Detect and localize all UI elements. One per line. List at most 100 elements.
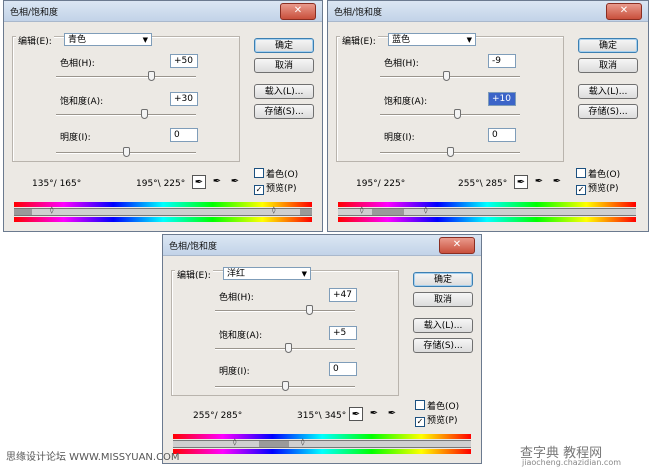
edit-select-value: 洋红 bbox=[227, 269, 246, 279]
colorize-checkbox[interactable]: 着色(O) bbox=[415, 399, 459, 412]
saturation-slider-thumb[interactable] bbox=[284, 343, 292, 353]
preview-checkbox[interactable]: ✓ 预览(P) bbox=[254, 181, 296, 195]
adjust-group bbox=[171, 270, 399, 396]
preview-checkbox[interactable]: ✓ 预览(P) bbox=[576, 181, 618, 195]
ok-button[interactable]: 确定 bbox=[254, 38, 314, 53]
hue-slider-track[interactable] bbox=[56, 76, 196, 78]
lightness-input[interactable]: 0 bbox=[170, 128, 198, 142]
colorize-label: 着色(O) bbox=[266, 170, 299, 180]
hue-slider-thumb[interactable] bbox=[442, 71, 450, 81]
edit-label: 编辑(E): bbox=[16, 34, 54, 47]
edit-select[interactable]: 蓝色 ▼ bbox=[388, 33, 476, 46]
edit-select-value: 青色 bbox=[68, 35, 87, 45]
colorize-box[interactable] bbox=[254, 168, 264, 178]
hue-saturation-dialog: 色相/饱和度 ✕ 编辑(E): 蓝色 ▼ 色相(H): -9 饱和度(A): +1… bbox=[327, 0, 649, 232]
colorize-label: 着色(O) bbox=[427, 402, 460, 412]
preview-box[interactable]: ✓ bbox=[254, 185, 264, 195]
range-handle-right-icon[interactable]: ◊ bbox=[301, 438, 304, 446]
hue-input[interactable]: +50 bbox=[170, 54, 198, 68]
saturation-input[interactable]: +5 bbox=[329, 326, 357, 340]
range-selection-end[interactable] bbox=[300, 209, 312, 215]
lightness-input[interactable]: 0 bbox=[488, 128, 516, 142]
ok-button[interactable]: 确定 bbox=[578, 38, 638, 53]
range-slider[interactable]: ◊ ◊ bbox=[173, 438, 471, 448]
saturation-input[interactable]: +30 bbox=[170, 92, 198, 106]
cancel-button[interactable]: 取消 bbox=[413, 292, 473, 307]
range-slider[interactable]: ◊ ◊ bbox=[14, 206, 312, 216]
saturation-label: 饱和度(A): bbox=[219, 331, 263, 341]
eyedropper-add-icon[interactable]: ✒ bbox=[532, 175, 546, 189]
eyedropper-subtract-icon[interactable]: ✒ bbox=[385, 407, 399, 421]
range-handle-left-icon[interactable]: ◊ bbox=[233, 438, 236, 446]
eyedropper-icon[interactable]: ✒ bbox=[192, 175, 206, 189]
range-slider[interactable]: ◊ ◊ bbox=[338, 206, 636, 216]
eyedropper-subtract-icon[interactable]: ✒ bbox=[228, 175, 242, 189]
save-button[interactable]: 存储(S)... bbox=[578, 104, 638, 119]
range-selection[interactable] bbox=[372, 209, 404, 215]
saturation-label: 饱和度(A): bbox=[60, 97, 104, 107]
cancel-button[interactable]: 取消 bbox=[578, 58, 638, 73]
chevron-down-icon: ▼ bbox=[142, 36, 148, 44]
saturation-slider-track[interactable] bbox=[56, 114, 196, 116]
saturation-slider-thumb[interactable] bbox=[141, 109, 149, 119]
title-bar[interactable]: 色相/饱和度 ✕ bbox=[163, 235, 481, 256]
save-button[interactable]: 存储(S)... bbox=[413, 338, 473, 353]
preview-box[interactable]: ✓ bbox=[415, 417, 425, 427]
output-color-bar bbox=[338, 217, 636, 222]
chevron-down-icon: ▼ bbox=[466, 36, 472, 44]
lightness-slider-thumb[interactable] bbox=[282, 381, 289, 391]
edit-select[interactable]: 洋红 ▼ bbox=[223, 267, 311, 280]
preview-checkbox[interactable]: ✓ 预览(P) bbox=[415, 413, 457, 427]
close-icon[interactable]: ✕ bbox=[280, 3, 316, 20]
edit-select[interactable]: 青色 ▼ bbox=[64, 33, 152, 46]
cancel-button[interactable]: 取消 bbox=[254, 58, 314, 73]
colorize-box[interactable] bbox=[576, 168, 586, 178]
close-icon[interactable]: ✕ bbox=[439, 237, 475, 254]
input-color-bar bbox=[338, 202, 636, 207]
range-selection[interactable] bbox=[259, 441, 289, 447]
load-button[interactable]: 载入(L)... bbox=[578, 84, 638, 99]
hue-slider-thumb[interactable] bbox=[305, 305, 313, 315]
eyedropper-add-icon[interactable]: ✒ bbox=[367, 407, 381, 421]
eyedropper-subtract-icon[interactable]: ✒ bbox=[550, 175, 564, 189]
title-bar[interactable]: 色相/饱和度 ✕ bbox=[328, 1, 648, 22]
dialog-title: 色相/饱和度 bbox=[334, 8, 383, 18]
dialog-body: 编辑(E): 青色 ▼ 色相(H): +50 饱和度(A): +30 明度(I):… bbox=[4, 22, 322, 231]
preview-box[interactable]: ✓ bbox=[576, 185, 586, 195]
lightness-slider-thumb[interactable] bbox=[123, 147, 130, 157]
range-handle-right-icon[interactable]: ◊ bbox=[424, 206, 427, 214]
eyedropper-icon[interactable]: ✒ bbox=[514, 175, 528, 189]
chevron-down-icon: ▼ bbox=[301, 270, 307, 278]
load-button[interactable]: 载入(L)... bbox=[413, 318, 473, 333]
colorize-label: 着色(O) bbox=[588, 170, 621, 180]
hue-label: 色相(H): bbox=[60, 59, 95, 69]
range-handle-left-icon[interactable]: ◊ bbox=[50, 206, 53, 214]
hue-slider-track[interactable] bbox=[215, 310, 355, 312]
range-handle-left-icon[interactable]: ◊ bbox=[360, 206, 363, 214]
hue-input[interactable]: +47 bbox=[329, 288, 357, 302]
colorize-box[interactable] bbox=[415, 400, 425, 410]
load-button[interactable]: 载入(L)... bbox=[254, 84, 314, 99]
eyedropper-add-icon[interactable]: ✒ bbox=[210, 175, 224, 189]
range-handle-right-icon[interactable]: ◊ bbox=[272, 206, 275, 214]
saturation-input[interactable]: +10 bbox=[488, 92, 516, 106]
range-right-value: 315°\ 345° bbox=[297, 411, 347, 421]
output-color-bar bbox=[173, 449, 471, 454]
eyedropper-icon[interactable]: ✒ bbox=[349, 407, 363, 421]
range-selection[interactable] bbox=[14, 209, 32, 215]
hue-saturation-dialog: 色相/饱和度 ✕ 编辑(E): 青色 ▼ 色相(H): +50 饱和度(A): +… bbox=[3, 0, 323, 232]
ok-button[interactable]: 确定 bbox=[413, 272, 473, 287]
lightness-label: 明度(I): bbox=[219, 367, 250, 377]
colorize-checkbox[interactable]: 着色(O) bbox=[576, 167, 620, 180]
title-bar[interactable]: 色相/饱和度 ✕ bbox=[4, 1, 322, 22]
saturation-slider-thumb[interactable] bbox=[454, 109, 461, 119]
save-button[interactable]: 存储(S)... bbox=[254, 104, 314, 119]
hue-slider-thumb[interactable] bbox=[148, 71, 156, 81]
colorize-checkbox[interactable]: 着色(O) bbox=[254, 167, 298, 180]
saturation-slider-track[interactable] bbox=[380, 114, 520, 116]
hue-slider-track[interactable] bbox=[380, 76, 520, 78]
lightness-slider-thumb[interactable] bbox=[447, 147, 454, 157]
close-icon[interactable]: ✕ bbox=[606, 3, 642, 20]
lightness-input[interactable]: 0 bbox=[329, 362, 357, 376]
hue-input[interactable]: -9 bbox=[488, 54, 516, 68]
